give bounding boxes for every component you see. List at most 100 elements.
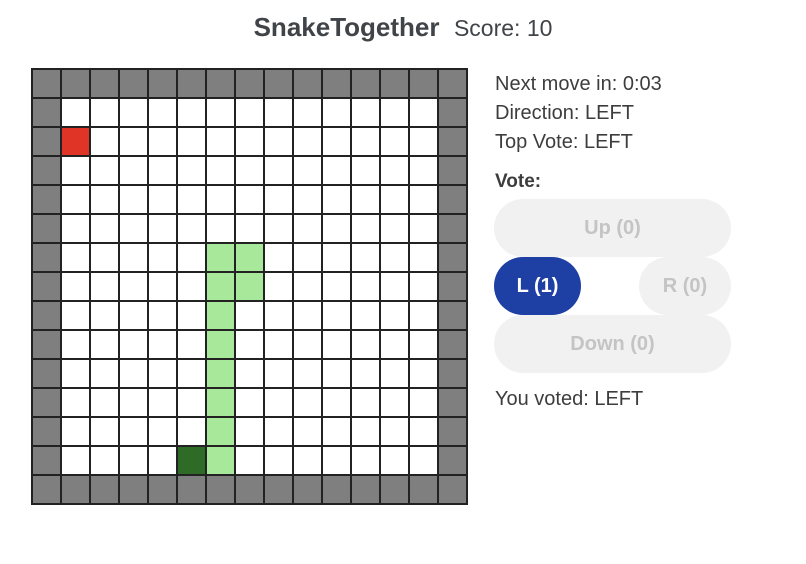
empty-cell [323, 273, 352, 302]
wall-cell [439, 244, 468, 273]
empty-cell [62, 186, 91, 215]
empty-cell [120, 302, 149, 331]
snake-body-cell [207, 418, 236, 447]
empty-cell [410, 99, 439, 128]
empty-cell [149, 186, 178, 215]
wall-cell [439, 360, 468, 389]
snake-head-cell [178, 447, 207, 476]
empty-cell [120, 273, 149, 302]
empty-cell [178, 418, 207, 447]
empty-cell [91, 418, 120, 447]
vote-up-button[interactable]: Up (0) [494, 199, 731, 257]
empty-cell [149, 244, 178, 273]
wall-cell [439, 128, 468, 157]
vote-left-button[interactable]: L (1) [494, 257, 581, 315]
empty-cell [323, 244, 352, 273]
empty-cell [381, 215, 410, 244]
empty-cell [91, 157, 120, 186]
wall-cell [33, 215, 62, 244]
wall-cell [33, 331, 62, 360]
empty-cell [294, 360, 323, 389]
wall-cell [178, 70, 207, 99]
empty-cell [207, 99, 236, 128]
empty-cell [236, 418, 265, 447]
empty-cell [91, 186, 120, 215]
empty-cell [178, 389, 207, 418]
empty-cell [149, 331, 178, 360]
empty-cell [265, 302, 294, 331]
empty-cell [323, 215, 352, 244]
empty-cell [352, 360, 381, 389]
wall-cell [33, 302, 62, 331]
empty-cell [91, 99, 120, 128]
empty-cell [236, 99, 265, 128]
empty-cell [178, 99, 207, 128]
empty-cell [265, 447, 294, 476]
direction-display: Direction: LEFT [495, 102, 634, 124]
wall-cell [352, 476, 381, 505]
empty-cell [352, 128, 381, 157]
empty-cell [294, 186, 323, 215]
empty-cell [410, 331, 439, 360]
empty-cell [294, 273, 323, 302]
empty-cell [120, 331, 149, 360]
empty-cell [178, 331, 207, 360]
empty-cell [62, 331, 91, 360]
wall-cell [381, 70, 410, 99]
empty-cell [352, 302, 381, 331]
empty-cell [294, 302, 323, 331]
empty-cell [410, 215, 439, 244]
wall-cell [33, 273, 62, 302]
empty-cell [62, 302, 91, 331]
food-cell [62, 128, 91, 157]
score-display: Score: 10 [453, 15, 553, 41]
empty-cell [120, 389, 149, 418]
wall-cell [120, 70, 149, 99]
vote-down-button[interactable]: Down (0) [494, 315, 731, 373]
empty-cell [352, 215, 381, 244]
empty-cell [323, 360, 352, 389]
wall-cell [33, 360, 62, 389]
empty-cell [149, 157, 178, 186]
empty-cell [91, 360, 120, 389]
empty-cell [149, 389, 178, 418]
empty-cell [410, 302, 439, 331]
wall-cell [236, 70, 265, 99]
wall-cell [33, 99, 62, 128]
empty-cell [207, 186, 236, 215]
empty-cell [236, 331, 265, 360]
wall-cell [439, 99, 468, 128]
empty-cell [62, 418, 91, 447]
snake-body-cell [236, 244, 265, 273]
empty-cell [178, 128, 207, 157]
empty-cell [178, 273, 207, 302]
empty-cell [207, 157, 236, 186]
wall-cell [439, 273, 468, 302]
empty-cell [236, 128, 265, 157]
empty-cell [149, 302, 178, 331]
empty-cell [381, 331, 410, 360]
vote-right-button[interactable]: R (0) [639, 257, 731, 315]
snake-body-cell [207, 389, 236, 418]
empty-cell [294, 157, 323, 186]
empty-cell [381, 389, 410, 418]
empty-cell [265, 128, 294, 157]
wall-cell [33, 418, 62, 447]
empty-cell [120, 128, 149, 157]
empty-cell [265, 99, 294, 128]
empty-cell [236, 186, 265, 215]
empty-cell [294, 244, 323, 273]
info-panel: Next move in: 0:03 Direction: LEFT Top V… [495, 70, 735, 193]
empty-cell [236, 157, 265, 186]
empty-cell [265, 331, 294, 360]
empty-cell [323, 331, 352, 360]
empty-cell [149, 273, 178, 302]
empty-cell [91, 389, 120, 418]
you-voted-status: You voted: LEFT [495, 388, 644, 410]
empty-cell [120, 360, 149, 389]
empty-cell [236, 302, 265, 331]
empty-cell [323, 418, 352, 447]
empty-cell [265, 186, 294, 215]
empty-cell [323, 302, 352, 331]
wall-cell [439, 70, 468, 99]
